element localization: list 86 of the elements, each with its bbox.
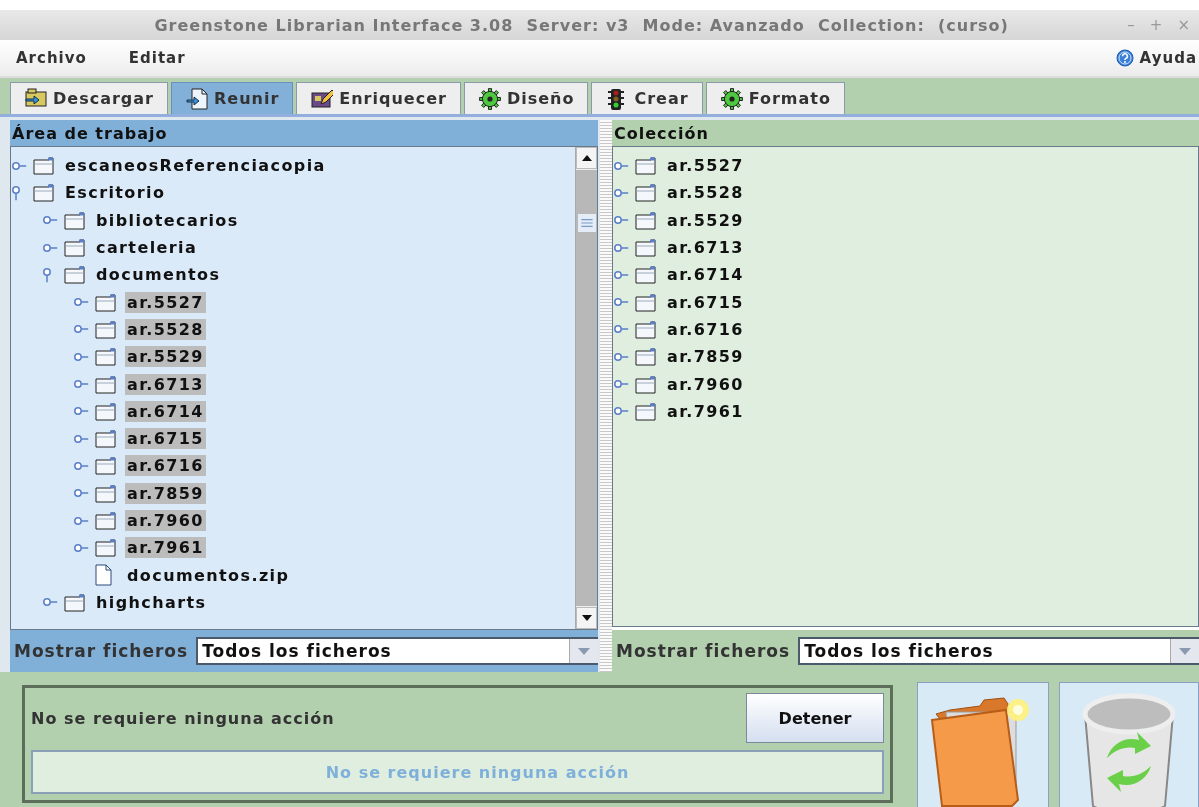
tree-item[interactable]: ar.6714 [125,400,206,422]
filter-label: Mostrar ficheros [616,641,791,661]
status-message: No se requiere ninguna acción [31,708,335,728]
folder-icon [95,347,116,367]
tab[interactable]: Formato [705,82,845,114]
help-menu[interactable]: Ayuda [1115,49,1197,67]
tree-item[interactable]: ar.5528 [665,182,746,204]
menu-item[interactable]: Editar [128,49,186,67]
tree-item[interactable]: ar.7859 [665,346,746,368]
new-folder-button[interactable] [917,682,1049,807]
download-folder-icon [25,87,47,110]
folder-icon [95,456,116,476]
menu-item[interactable]: Archivo [16,49,87,67]
tab[interactable]: Crear [591,82,703,114]
tree-item[interactable]: ar.6714 [665,264,746,286]
tree-item[interactable]: ar.6716 [125,455,206,477]
folder-icon [635,210,656,230]
file-icon [95,564,112,587]
tree-item[interactable]: ar.6715 [665,291,746,313]
folder-icon [64,592,85,612]
folder-icon [635,319,656,339]
tree-item[interactable]: ar.7960 [125,510,206,531]
recycle-bin-button[interactable] [1059,682,1199,807]
tree-item[interactable]: ar.7961 [665,400,746,422]
gear-icon [478,87,501,110]
folder-icon [95,429,116,449]
tab[interactable]: Reunir [170,82,294,114]
window-title: Greenstone Librarian Interface 3.08 Server: v3 Mode: Avanzado Collection: (curso) [153,15,1010,35]
folder-icon [64,265,85,285]
folder-icon [95,401,116,421]
folder-icon [64,210,85,230]
folder-icon [635,183,656,203]
pencil-picture-icon [311,87,334,110]
folder-icon [95,538,116,558]
tree-item[interactable]: ar.5527 [125,291,206,313]
tree-item[interactable]: ar.6716 [665,318,746,340]
folder-icon [33,183,54,203]
folder-icon [635,265,656,285]
grip-icon [577,214,596,232]
gear-icon [720,87,743,110]
stop-button[interactable]: Detener [746,693,884,743]
dropdown-arrow-icon [1178,646,1192,656]
panel-header: Colección [612,120,1199,146]
folder-icon [635,401,656,421]
folder-icon [95,511,116,530]
splitter-handle[interactable] [600,120,612,672]
folder-icon [95,292,116,312]
tree-item[interactable]: ar.5527 [665,155,746,177]
folder-icon [635,238,656,258]
tree-item[interactable]: ar.5528 [125,318,206,340]
file-filter-dropdown[interactable]: Todos los ficheros [196,637,598,665]
tree-item[interactable]: ar.6715 [125,428,206,450]
tree-item[interactable]: ar.5529 [125,346,206,368]
tree-item[interactable]: ar.7960 [665,373,746,395]
folder-icon [33,156,54,176]
tree-item[interactable]: ar.7961 [125,537,206,559]
folder-icon [95,374,116,394]
tree-item[interactable]: documentos.zip [125,564,292,586]
folder-icon [635,292,656,312]
help-icon [1115,49,1134,67]
tab[interactable]: Enriquecer [296,82,461,114]
scroll-down-button[interactable] [576,607,597,629]
tree-item[interactable]: ar.5529 [665,209,746,231]
filter-label: Mostrar ficheros [14,641,189,661]
tree-item[interactable]: Escritorio [63,182,168,204]
tree-item[interactable]: ar.6713 [665,237,746,259]
tree-item[interactable]: ar.7859 [125,482,206,504]
tab[interactable]: Diseño [463,82,589,114]
panel-header: Área de trabajo [10,120,598,146]
dropdown-arrow-icon [577,646,591,656]
tree-item[interactable]: escaneosReferenciacopia [63,155,328,177]
file-filter-dropdown[interactable]: Todos los ficheros [798,637,1199,665]
tab[interactable]: Descargar [10,82,168,114]
folder-icon [635,347,656,367]
tree-item[interactable]: highcharts [94,591,209,613]
scroll-up-button[interactable] [576,147,597,169]
folder-icon [635,156,656,176]
tree-item[interactable]: documentos [94,264,223,286]
folder-icon [635,374,656,394]
tree-item[interactable]: ar.6713 [125,373,206,395]
tree-item[interactable]: carteleria [94,237,200,259]
folder-icon [64,238,85,258]
folder-icon [95,319,116,339]
folder-icon [95,483,116,503]
tree-item[interactable]: bibliotecarios [94,209,241,231]
document-arrow-icon [185,87,208,110]
